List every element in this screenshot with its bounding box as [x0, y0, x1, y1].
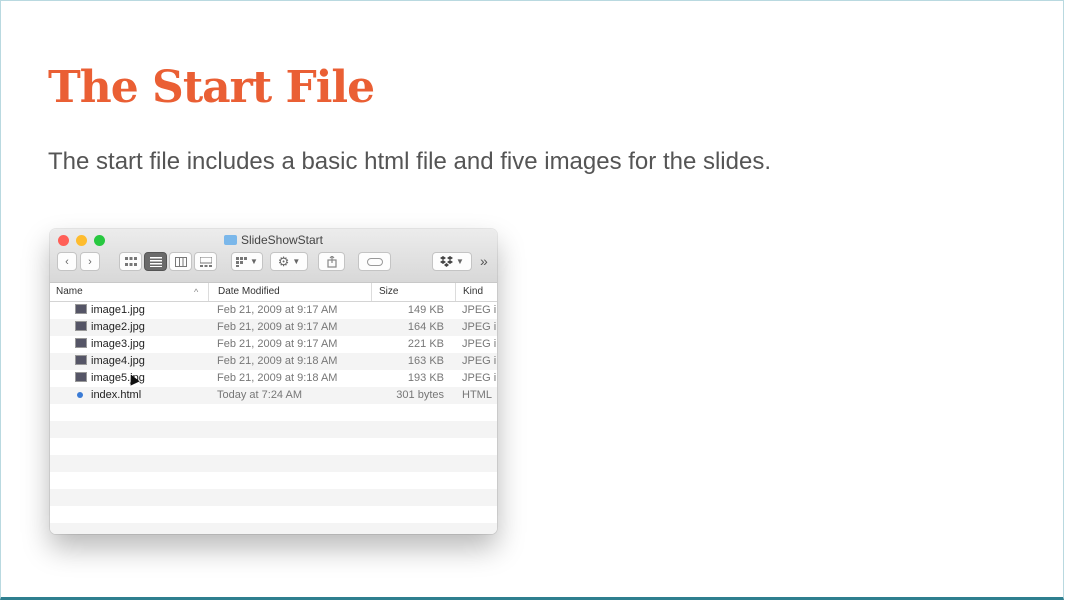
group-icon — [236, 256, 248, 267]
column-name-header[interactable]: Name — [56, 286, 83, 297]
file-date: Feb 21, 2009 at 9:17 AM — [217, 304, 338, 316]
file-name: image1.jpg — [91, 304, 145, 316]
file-size: 301 bytes — [396, 389, 444, 401]
back-icon: ‹ — [65, 255, 69, 268]
finder-window: SlideShowStart ‹ › ▼ ⚙ ▼ ▼ » Name ^ Date… — [50, 229, 497, 534]
column-kind-header[interactable]: Kind — [463, 286, 483, 297]
finder-titlebar: SlideShowStart ‹ › ▼ ⚙ ▼ ▼ » — [50, 229, 497, 283]
gallery-view-button[interactable] — [194, 252, 217, 271]
empty-row — [50, 421, 497, 438]
share-button[interactable] — [318, 252, 345, 271]
list-item[interactable]: image5.jpg Feb 21, 2009 at 9:18 AM 193 K… — [50, 370, 497, 387]
list-item[interactable]: image4.jpg Feb 21, 2009 at 9:18 AM 163 K… — [50, 353, 497, 370]
tag-icon — [366, 257, 383, 266]
slide-title: The Start File — [48, 62, 375, 113]
image-file-icon — [75, 321, 87, 331]
column-date-header[interactable]: Date Modified — [218, 286, 280, 297]
image-file-icon — [75, 355, 87, 365]
file-size: 164 KB — [407, 321, 444, 333]
list-item[interactable]: image2.jpg Feb 21, 2009 at 9:17 AM 164 K… — [50, 319, 497, 336]
dropbox-icon — [440, 256, 454, 267]
file-kind: JPEG i — [462, 338, 497, 350]
file-date: Feb 21, 2009 at 9:17 AM — [217, 338, 338, 350]
file-kind: JPEG i — [462, 372, 497, 384]
list-item[interactable]: image1.jpg Feb 21, 2009 at 9:17 AM 149 K… — [50, 302, 497, 319]
file-date: Today at 7:24 AM — [217, 389, 302, 401]
file-date: Feb 21, 2009 at 9:18 AM — [217, 355, 338, 367]
empty-row — [50, 489, 497, 506]
window-title-label: SlideShowStart — [240, 233, 324, 247]
empty-row — [50, 523, 497, 534]
file-kind: JPEG i — [462, 355, 497, 367]
window-title: SlideShowStart — [50, 233, 497, 247]
column-size-header[interactable]: Size — [379, 286, 398, 297]
empty-row — [50, 455, 497, 472]
image-file-icon — [75, 304, 87, 314]
empty-row — [50, 404, 497, 421]
file-date: Feb 21, 2009 at 9:17 AM — [217, 321, 338, 333]
toolbar-overflow-icon[interactable]: » — [480, 253, 488, 269]
file-name: image3.jpg — [91, 338, 145, 350]
column-view-icon — [174, 256, 187, 267]
file-kind: JPEG i — [462, 321, 497, 333]
column-header: Name ^ Date Modified Size Kind — [50, 283, 497, 302]
list-view-icon — [149, 256, 162, 267]
share-icon — [326, 255, 337, 268]
forward-icon: › — [88, 255, 92, 268]
file-size: 193 KB — [407, 372, 444, 384]
file-name: index.html — [91, 389, 142, 401]
slide-body-text: The start file includes a basic html fil… — [48, 148, 771, 175]
icon-view-button[interactable] — [119, 252, 142, 271]
file-size: 163 KB — [407, 355, 444, 367]
file-kind: JPEG i — [462, 304, 497, 316]
dropbox-button[interactable]: ▼ — [432, 252, 472, 271]
tags-button[interactable] — [358, 252, 391, 271]
empty-row — [50, 438, 497, 455]
gear-icon: ⚙ — [277, 253, 290, 269]
empty-row — [50, 506, 497, 523]
empty-row — [50, 472, 497, 489]
gallery-view-icon — [199, 256, 212, 267]
group-button[interactable]: ▼ — [231, 252, 263, 271]
image-file-icon — [75, 372, 87, 382]
action-button[interactable]: ⚙ ▼ — [270, 252, 308, 271]
list-view-button[interactable] — [144, 252, 167, 271]
file-name: image2.jpg — [91, 321, 145, 333]
file-list: image1.jpg Feb 21, 2009 at 9:17 AM 149 K… — [50, 302, 497, 534]
file-name: image4.jpg — [91, 355, 145, 367]
sort-ascending-icon: ^ — [194, 287, 199, 297]
column-view-button[interactable] — [169, 252, 192, 271]
folder-icon — [223, 235, 237, 245]
html-file-icon — [77, 392, 83, 398]
file-date: Feb 21, 2009 at 9:18 AM — [217, 372, 338, 384]
image-file-icon — [75, 338, 87, 348]
back-button[interactable]: ‹ — [57, 252, 77, 271]
chevron-down-icon: ▼ — [456, 257, 464, 266]
chevron-down-icon: ▼ — [292, 257, 301, 266]
file-size: 221 KB — [407, 338, 444, 350]
forward-button[interactable]: › — [80, 252, 100, 271]
icon-view-icon — [124, 256, 137, 266]
list-item[interactable]: index.html Today at 7:24 AM 301 bytes HT… — [50, 387, 497, 404]
chevron-down-icon: ▼ — [250, 257, 258, 266]
file-kind: HTML — [462, 389, 492, 401]
file-size: 149 KB — [407, 304, 444, 316]
list-item[interactable]: image3.jpg Feb 21, 2009 at 9:17 AM 221 K… — [50, 336, 497, 353]
